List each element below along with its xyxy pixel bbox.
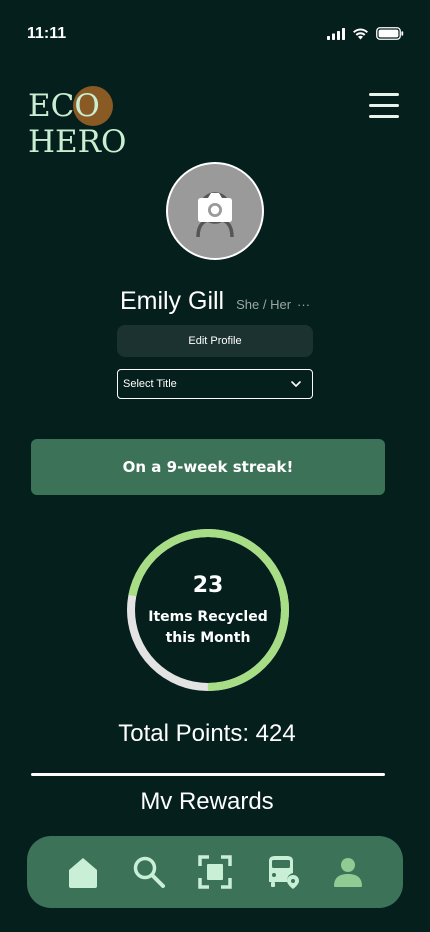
transit-location-icon [269,856,299,889]
nav-home[interactable] [65,854,101,890]
wifi-icon [353,28,368,39]
section-divider [31,773,385,776]
pronouns-text: She / Her ··· [236,297,310,312]
profile-icon [334,858,362,887]
pronouns-label: She / Her [236,297,292,312]
battery-icon [376,27,404,40]
recycled-label-line1: Items Recycled [148,609,268,625]
signal-icon [327,27,345,40]
nav-transit[interactable] [265,854,301,890]
nav-search[interactable] [131,854,167,890]
rewards-heading: Mv Rewards [140,788,274,815]
chevron-down-icon [291,381,301,387]
status-icons [327,27,404,40]
streak-banner: On a 9-week streak! [31,439,385,495]
scan-icon [198,855,232,889]
bottom-nav [27,836,403,908]
title-select-value: Select Title [123,378,177,390]
search-icon [133,856,165,888]
app-logo[interactable]: ECO HERO [28,86,188,160]
avatar[interactable] [166,162,264,260]
edit-profile-button[interactable]: Edit Profile [117,325,313,357]
hamburger-menu-icon[interactable] [366,90,402,122]
camera-icon [196,192,234,238]
recycled-count: 23 [192,573,224,598]
home-icon [69,858,97,888]
total-points: Total Points: 424 [118,720,296,747]
profile-name-row: Emily Gill She / Her ··· [0,287,430,316]
nav-profile[interactable] [330,854,366,890]
nav-scan[interactable] [197,854,233,890]
status-bar: 11:11 [0,0,430,60]
pronouns-more-button[interactable]: ··· [297,297,310,312]
recycled-label-line2: this Month [165,630,251,646]
logo-text: ECO HERO [28,88,127,160]
status-time: 11:11 [27,25,67,42]
recycled-label: Items Recycled this Month [140,607,276,649]
title-select[interactable]: Select Title [117,369,313,399]
user-name: Emily Gill [119,287,225,315]
